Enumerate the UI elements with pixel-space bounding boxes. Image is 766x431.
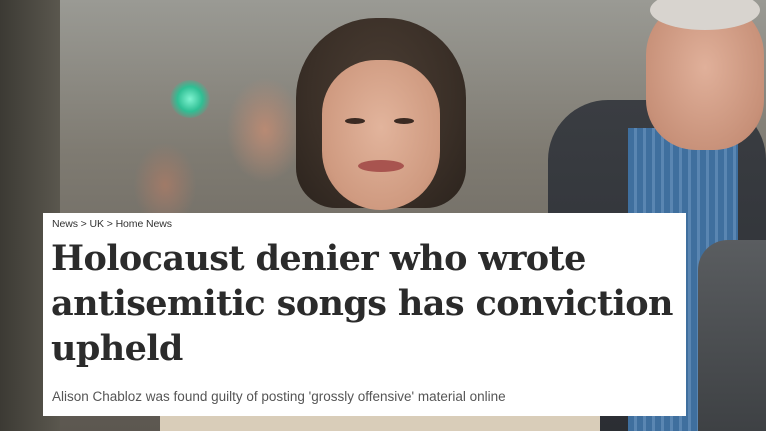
photo-woman-face [322,60,440,210]
article-headline[interactable]: Holocaust denier who wrote antisemitic s… [51,236,681,371]
breadcrumb[interactable]: News > UK > Home News [52,218,172,230]
article-standfirst: Alison Chabloz was found guilty of posti… [52,389,506,404]
photo-right-edge-jacket [698,240,766,431]
photo-woman-eye-left [345,118,365,124]
article-card: News > UK > Home News Holocaust denier w… [43,213,686,416]
photo-woman-lips [358,160,404,172]
photo-traffic-light [170,80,210,118]
photo-woman-eye-right [394,118,414,124]
